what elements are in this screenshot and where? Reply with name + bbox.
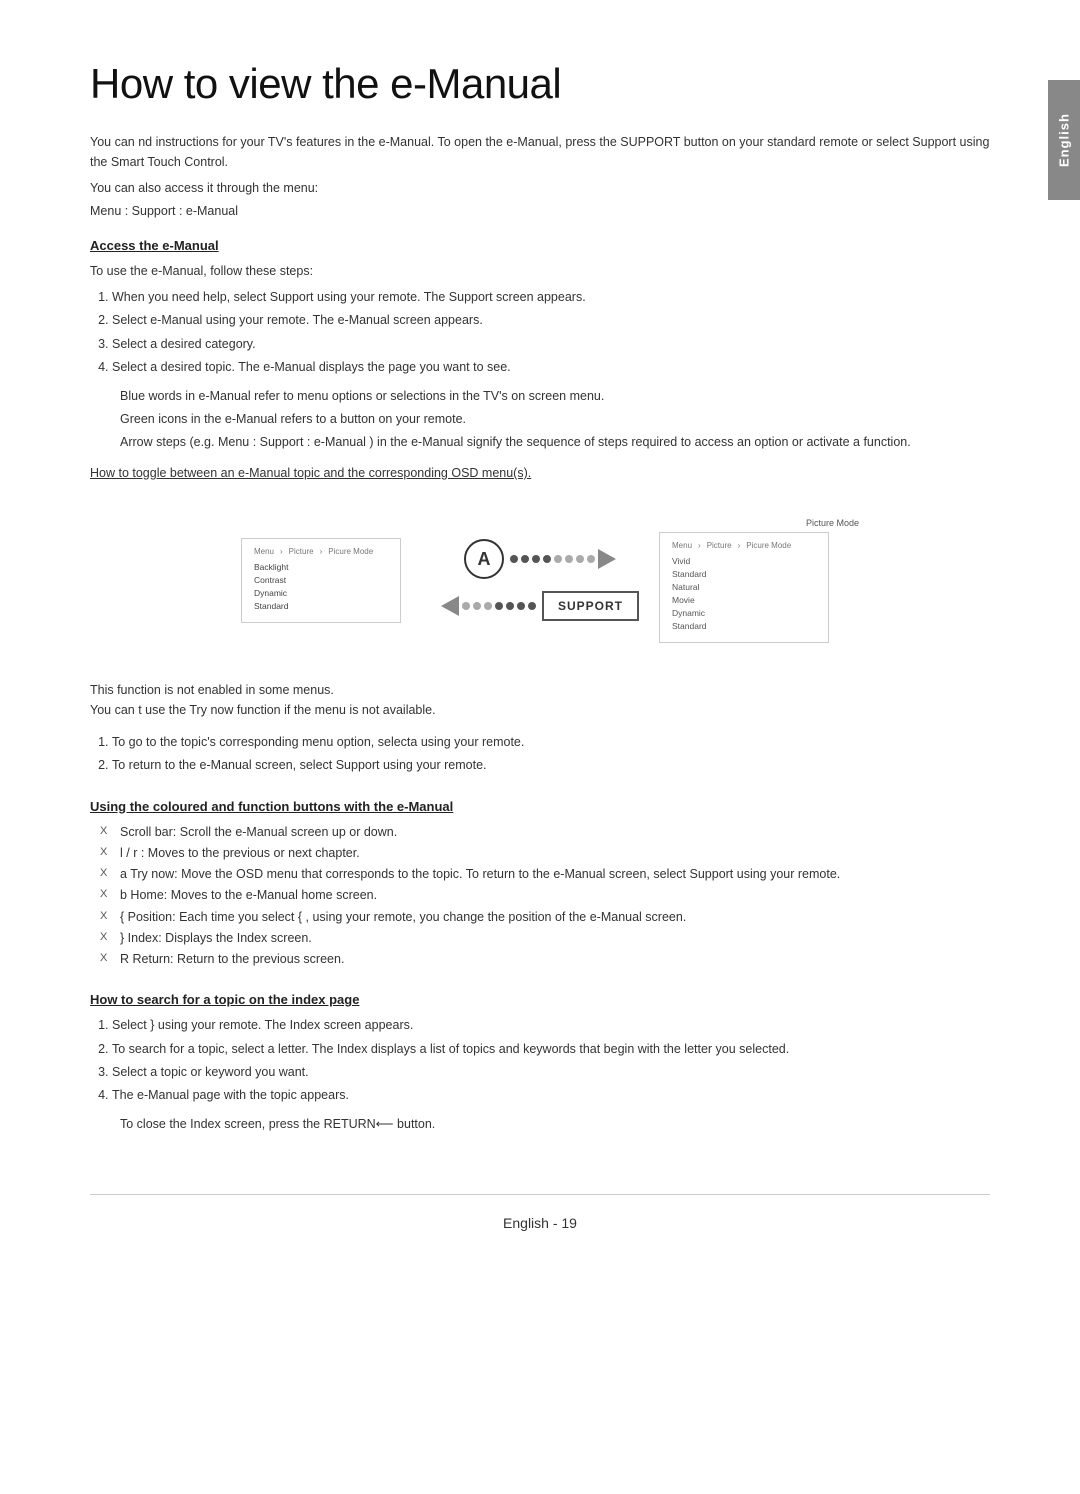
access-step-4: Select a desired topic. The e-Manual dis… <box>112 357 990 378</box>
intro-line1: You can nd instructions for your TV's fe… <box>90 132 990 172</box>
dot7 <box>576 555 584 563</box>
index-step-1: Select } using your remote. The Index sc… <box>112 1015 990 1036</box>
bdot7 <box>528 602 536 610</box>
colour-item-6: } Index: Displays the Index screen. <box>100 928 990 949</box>
function-step-2: To return to the e-Manual screen, select… <box>112 755 990 776</box>
index-step-4: The e-Manual page with the topic appears… <box>112 1085 990 1106</box>
access-step-1: When you need help, select Support using… <box>112 287 990 308</box>
picture-mode-label: Picture Mode <box>659 518 859 528</box>
bdot1 <box>462 602 470 610</box>
arrow-section: A <box>441 539 639 621</box>
intro-menu-path: Menu : Support : e-Manual <box>90 204 990 218</box>
colour-item-7: R Return: Return to the previous screen. <box>100 949 990 970</box>
function-notes: This function is not enabled in some men… <box>90 680 990 720</box>
function-note-2: You can t use the Try now function if th… <box>90 700 990 720</box>
index-step-3: Select a topic or keyword you want. <box>112 1062 990 1083</box>
btn-a: A <box>464 539 504 579</box>
function-step-1: To go to the topic's corresponding menu … <box>112 732 990 753</box>
access-step-2: Select e-Manual using your remote. The e… <box>112 310 990 331</box>
page-footer: English - 19 <box>90 1194 990 1231</box>
diagram-right: Picture Mode Menu › Picture › Picure Mod… <box>659 518 859 643</box>
bdot5 <box>506 602 514 610</box>
toggle-note: How to toggle between an e-Manual topic … <box>90 466 990 480</box>
dot1 <box>510 555 518 563</box>
page-title: How to view the e-Manual <box>90 60 990 108</box>
dots-arrow-forward <box>510 549 616 569</box>
access-section-heading: Access the e-Manual <box>90 238 990 253</box>
index-search-heading: How to search for a topic on the index p… <box>90 992 990 1007</box>
access-note-2: Green icons in the e-Manual refers to a … <box>90 409 990 429</box>
arrow-forward: A <box>464 539 616 579</box>
menu-screenshot-right: Menu › Picture › Picure Mode Vivid Stand… <box>659 532 829 643</box>
access-note-3: Arrow steps (e.g. Menu : Support : e-Man… <box>90 432 990 452</box>
menu-items-left: Backlight Contrast Dynamic Standard <box>254 562 388 611</box>
arrow-right-icon <box>598 549 616 569</box>
colour-item-2: l / r : Moves to the previous or next ch… <box>100 843 990 864</box>
btn-support: SUPPORT <box>542 591 639 621</box>
menu-options-right: Vivid Standard Natural Movie Dynamic Sta… <box>672 556 816 631</box>
dot2 <box>521 555 529 563</box>
menu-screenshot-left: Menu › Picture › Picure Mode Backlight C… <box>241 538 401 623</box>
access-note-1: Blue words in e-Manual refer to menu opt… <box>90 386 990 406</box>
dot5 <box>554 555 562 563</box>
function-steps-list: To go to the topic's corresponding menu … <box>90 732 990 777</box>
dot8 <box>587 555 595 563</box>
sidebar-english-tab: English <box>1048 80 1080 200</box>
diagram-area: Menu › Picture › Picure Mode Backlight C… <box>90 500 990 660</box>
bdot3 <box>484 602 492 610</box>
menu-nav-right: Menu › Picture › Picure Mode <box>672 541 816 550</box>
colour-buttons-heading: Using the coloured and function buttons … <box>90 799 990 814</box>
colour-item-4: b Home: Moves to the e-Manual home scree… <box>100 885 990 906</box>
colour-item-1: Scroll bar: Scroll the e-Manual screen u… <box>100 822 990 843</box>
arrow-back: SUPPORT <box>441 591 639 621</box>
dots-arrow-back <box>441 596 536 616</box>
dot4 <box>543 555 551 563</box>
access-step-3: Select a desired category. <box>112 334 990 355</box>
index-search-steps-list: Select } using your remote. The Index sc… <box>90 1015 990 1106</box>
index-step-2: To search for a topic, select a letter. … <box>112 1039 990 1060</box>
bdot4 <box>495 602 503 610</box>
dot6 <box>565 555 573 563</box>
function-note-1: This function is not enabled in some men… <box>90 680 990 700</box>
arrow-left-icon <box>441 596 459 616</box>
access-intro: To use the e-Manual, follow these steps: <box>90 261 990 281</box>
colour-buttons-list: Scroll bar: Scroll the e-Manual screen u… <box>90 822 990 971</box>
dot3 <box>532 555 540 563</box>
diagram-left: Menu › Picture › Picure Mode Backlight C… <box>221 538 421 623</box>
menu-nav-left: Menu › Picture › Picure Mode <box>254 547 388 556</box>
access-steps-list: When you need help, select Support using… <box>90 287 990 378</box>
close-index-note: To close the Index screen, press the RET… <box>90 1114 990 1134</box>
colour-item-5: { Position: Each time you select { , usi… <box>100 907 990 928</box>
intro-line2: You can also access it through the menu: <box>90 178 990 198</box>
colour-item-3: a Try now: Move the OSD menu that corres… <box>100 864 990 885</box>
bdot2 <box>473 602 481 610</box>
bdot6 <box>517 602 525 610</box>
